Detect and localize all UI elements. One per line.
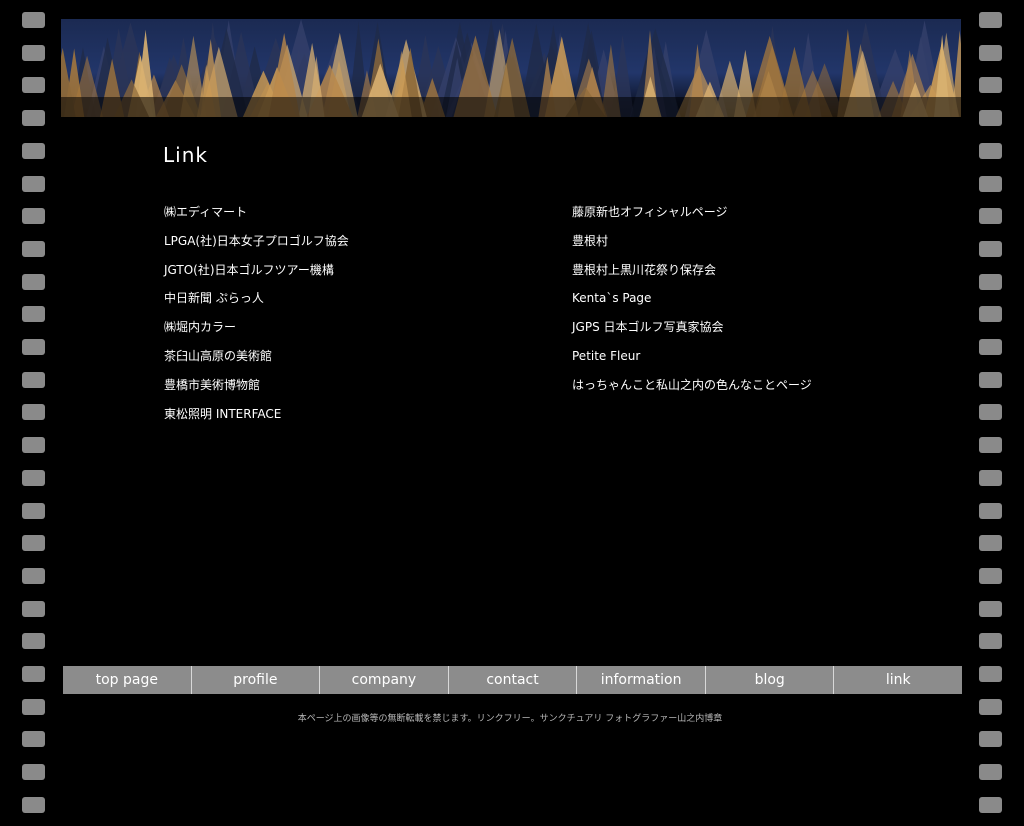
sprocket-hole (22, 142, 45, 159)
sprocket-hole (979, 208, 1002, 225)
sprocket-hole (22, 567, 45, 584)
sprocket-hole (979, 142, 1002, 159)
external-link[interactable]: 豊橋市美術博物館 (164, 378, 260, 392)
nav-company[interactable]: company (319, 666, 448, 694)
external-link[interactable]: ㈱エディマート (164, 205, 247, 219)
sprocket-hole (979, 240, 1002, 257)
external-link[interactable]: 藤原新也オフィシャルページ (572, 205, 728, 219)
nav-top-page[interactable]: top page (63, 666, 191, 694)
sprocket-hole (22, 371, 45, 388)
sprocket-hole (22, 44, 45, 61)
sprocket-hole (979, 437, 1002, 454)
link-list-left: ㈱エディマート LPGA(社)日本女子プロゴルフ協会 JGTO(社)日本ゴルフツアー… (164, 202, 349, 432)
link-list-item: はっちゃんこと私山之内の色んなことページ (572, 375, 812, 404)
external-link[interactable]: JGTO(社)日本ゴルフツアー機構 (164, 263, 334, 277)
link-list-item: 豊橋市美術博物館 (164, 375, 349, 404)
sprocket-hole (979, 404, 1002, 421)
sprocket-hole (22, 535, 45, 552)
sprocket-hole (22, 339, 45, 355)
page-title: Link (163, 143, 208, 167)
link-list-item: JGPS 日本ゴルフ写真家協会 (572, 317, 812, 346)
sprocket-hole (979, 600, 1002, 617)
sprocket-hole (22, 437, 45, 454)
external-link[interactable]: LPGA(社)日本女子プロゴルフ協会 (164, 234, 349, 248)
nav-profile[interactable]: profile (190, 666, 320, 694)
link-list-item: Petite Fleur (572, 346, 812, 375)
sprocket-hole (22, 666, 45, 682)
link-list-item: ㈱エディマート (164, 202, 349, 231)
sprocket-hole (22, 77, 45, 94)
link-list-item: Kenta`s Page (572, 288, 812, 317)
external-link[interactable]: ㈱堀内カラー (164, 320, 236, 334)
sprocket-hole (22, 469, 45, 486)
larch-forest-photo (61, 19, 961, 117)
sprocket-hole (979, 371, 1002, 388)
sprocket-hole (22, 12, 45, 28)
sprocket-hole (22, 600, 45, 617)
sprocket-hole (22, 502, 45, 519)
nav-link[interactable]: link (833, 666, 962, 694)
sprocket-hole (22, 633, 45, 650)
sprocket-hole (22, 404, 45, 421)
external-link[interactable]: 中日新聞 ぷらっ人 (164, 291, 264, 305)
sprocket-hole (979, 273, 1002, 290)
nav-blog[interactable]: blog (704, 666, 834, 694)
sprocket-hole (22, 240, 45, 257)
sprocket-hole (979, 666, 1002, 682)
sprocket-hole (979, 12, 1002, 28)
link-list-item: LPGA(社)日本女子プロゴルフ協会 (164, 231, 349, 260)
film-sprocket-strip-right (979, 0, 1003, 826)
link-list-item: JGTO(社)日本ゴルフツアー機構 (164, 260, 349, 289)
link-list-item: ㈱堀内カラー (164, 317, 349, 346)
sprocket-hole (979, 77, 1002, 94)
sprocket-hole (22, 208, 45, 225)
link-list-item: 藤原新也オフィシャルページ (572, 202, 812, 231)
nav-information[interactable]: information (576, 666, 705, 694)
sprocket-hole (979, 633, 1002, 650)
nav-contact[interactable]: contact (447, 666, 577, 694)
sprocket-hole (22, 175, 45, 192)
sprocket-hole (979, 44, 1002, 61)
sprocket-hole (22, 273, 45, 290)
external-link[interactable]: Kenta`s Page (572, 291, 651, 305)
external-link[interactable]: 豊根村 (572, 234, 608, 248)
link-list-item: 東松照明 INTERFACE (164, 404, 349, 433)
external-link[interactable]: 東松照明 INTERFACE (164, 407, 281, 421)
link-list-item: 豊根村 (572, 231, 812, 260)
sprocket-hole (979, 175, 1002, 192)
link-list-item: 中日新聞 ぷらっ人 (164, 288, 349, 317)
link-list-item: 茶臼山高原の美術館 (164, 346, 349, 375)
film-sprocket-strip-left (22, 0, 46, 826)
external-link[interactable]: Petite Fleur (572, 349, 640, 363)
sprocket-hole (979, 535, 1002, 552)
sprocket-hole (979, 796, 1002, 813)
sprocket-hole (979, 339, 1002, 355)
sprocket-hole (22, 764, 45, 781)
sprocket-hole (979, 306, 1002, 323)
external-link[interactable]: はっちゃんこと私山之内の色んなことページ (572, 378, 812, 392)
sprocket-hole (979, 469, 1002, 486)
external-link[interactable]: 茶臼山高原の美術館 (164, 349, 272, 363)
page-frame: Link ㈱エディマート LPGA(社)日本女子プロゴルフ協会 JGTO(社)日本ゴ… (0, 0, 1024, 826)
sprocket-hole (979, 731, 1002, 748)
sprocket-hole (22, 796, 45, 813)
link-list-item: 豊根村上黒川花祭り保存会 (572, 260, 812, 289)
external-link[interactable]: 豊根村上黒川花祭り保存会 (572, 263, 716, 277)
footer-copyright-note: 本ページ上の画像等の無断転載を禁じます。リンクフリー。サンクチュアリ フォトグラ… (297, 714, 723, 724)
link-list-right: 藤原新也オフィシャルページ 豊根村豊根村上黒川花祭り保存会 Kenta`s Page… (572, 202, 812, 404)
main-nav-bar: top page profile company contact information… (63, 666, 962, 694)
external-link[interactable]: JGPS 日本ゴルフ写真家協会 (572, 320, 724, 334)
header-banner-image (61, 19, 961, 117)
sprocket-hole (979, 502, 1002, 519)
sprocket-hole (22, 306, 45, 323)
sprocket-hole (979, 764, 1002, 781)
sprocket-hole (22, 110, 45, 127)
sprocket-hole (979, 567, 1002, 584)
sprocket-hole (979, 110, 1002, 127)
sprocket-hole (22, 731, 45, 748)
